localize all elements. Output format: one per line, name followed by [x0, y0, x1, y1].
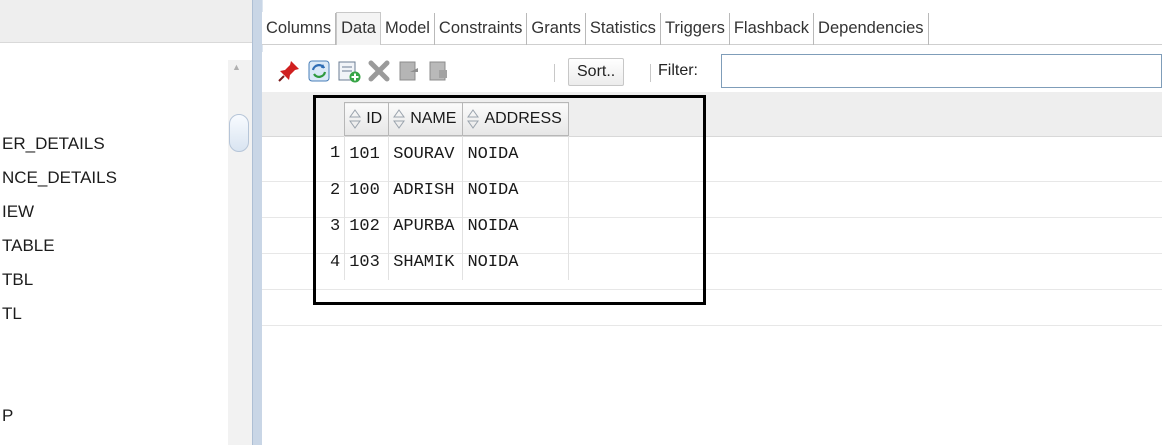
- cell-name[interactable]: APURBA: [388, 208, 464, 244]
- tab-data[interactable]: Data: [336, 12, 381, 45]
- row-number-header: [318, 103, 345, 136]
- cell-id[interactable]: 103: [344, 244, 390, 280]
- table-row[interactable]: 3 102 APURBA NOIDA: [318, 208, 569, 244]
- tab-flashback[interactable]: Flashback: [730, 13, 815, 45]
- table-row[interactable]: 4 103 SHAMIK NOIDA: [318, 244, 569, 280]
- row-number: 3: [318, 208, 346, 244]
- tree-item[interactable]: IEW: [2, 202, 34, 222]
- tab-grants[interactable]: Grants: [527, 13, 586, 45]
- data-toolbar: Sort.. Filter:: [262, 52, 1162, 92]
- column-header-name[interactable]: NAME: [388, 102, 464, 136]
- tree-item[interactable]: NCE_DETAILS: [2, 168, 117, 188]
- toolbar-separator: [650, 64, 651, 82]
- tree-item[interactable]: ER_DETAILS: [2, 134, 105, 154]
- delete-row-icon[interactable]: [366, 58, 392, 84]
- cell-id[interactable]: 102: [344, 208, 390, 244]
- tab-triggers[interactable]: Triggers: [661, 13, 730, 45]
- row-number: 4: [318, 244, 346, 280]
- data-grid: ID NAME ADDRESS 1 101 SOURAV NOIDA 2 100…: [318, 102, 569, 280]
- cell-id[interactable]: 100: [344, 172, 390, 208]
- filter-label: Filter:: [658, 62, 698, 79]
- column-header-label: NAME: [410, 110, 457, 128]
- rollback-icon[interactable]: [426, 58, 452, 84]
- row-divider: [262, 289, 1162, 290]
- table-row[interactable]: 1 101 SOURAV NOIDA: [318, 135, 569, 172]
- row-divider: [262, 325, 1162, 326]
- cell-name[interactable]: ADRISH: [388, 172, 464, 208]
- tab-dependencies[interactable]: Dependencies: [814, 13, 929, 45]
- tree-item[interactable]: P: [2, 406, 13, 426]
- cell-name[interactable]: SHAMIK: [388, 244, 464, 280]
- column-header-id[interactable]: ID: [344, 102, 390, 136]
- cell-name[interactable]: SOURAV: [388, 135, 464, 172]
- cell-address[interactable]: NOIDA: [462, 172, 569, 208]
- commit-icon[interactable]: [396, 58, 422, 84]
- sort-button[interactable]: Sort..: [568, 58, 625, 86]
- sort-arrows-icon: [349, 109, 362, 129]
- navigator-header: [0, 0, 256, 43]
- cell-address[interactable]: NOIDA: [462, 244, 569, 280]
- cell-address[interactable]: NOIDA: [462, 135, 569, 172]
- table-row[interactable]: 2 100 ADRISH NOIDA: [318, 172, 569, 208]
- row-number: 1: [318, 135, 346, 172]
- tab-model[interactable]: Model: [381, 13, 435, 45]
- column-header-label: ID: [366, 110, 383, 128]
- tab-statistics[interactable]: Statistics: [586, 13, 661, 45]
- tree-item[interactable]: TL: [2, 304, 22, 324]
- cell-address[interactable]: NOIDA: [462, 208, 569, 244]
- sort-arrows-icon: [467, 109, 480, 129]
- navigator-pane: ER_DETAILS NCE_DETAILS IEW TABLE TBL TL …: [0, 0, 256, 445]
- row-number: 2: [318, 172, 346, 208]
- column-header-address[interactable]: ADDRESS: [462, 102, 569, 136]
- pin-icon[interactable]: [276, 58, 302, 84]
- cell-id[interactable]: 101: [344, 135, 390, 172]
- toolbar-separator: [554, 64, 555, 82]
- scrollbar-thumb[interactable]: [229, 114, 249, 152]
- filter-input[interactable]: [721, 54, 1162, 88]
- data-grid-area: ID NAME ADDRESS 1 101 SOURAV NOIDA 2 100…: [262, 92, 1162, 445]
- sort-arrows-icon: [393, 109, 406, 129]
- tab-columns[interactable]: Columns: [262, 13, 337, 45]
- scroll-up-arrow-icon[interactable]: ▲: [232, 62, 241, 72]
- tree-item[interactable]: TBL: [2, 270, 33, 290]
- column-header-label: ADDRESS: [484, 110, 562, 128]
- object-tabs: Columns Data Model Constraints Grants Statist…: [262, 12, 1162, 45]
- tab-constraints[interactable]: Constraints: [435, 13, 528, 45]
- refresh-icon[interactable]: [306, 58, 332, 84]
- tree-item[interactable]: TABLE: [2, 236, 55, 256]
- insert-row-icon[interactable]: [336, 58, 362, 84]
